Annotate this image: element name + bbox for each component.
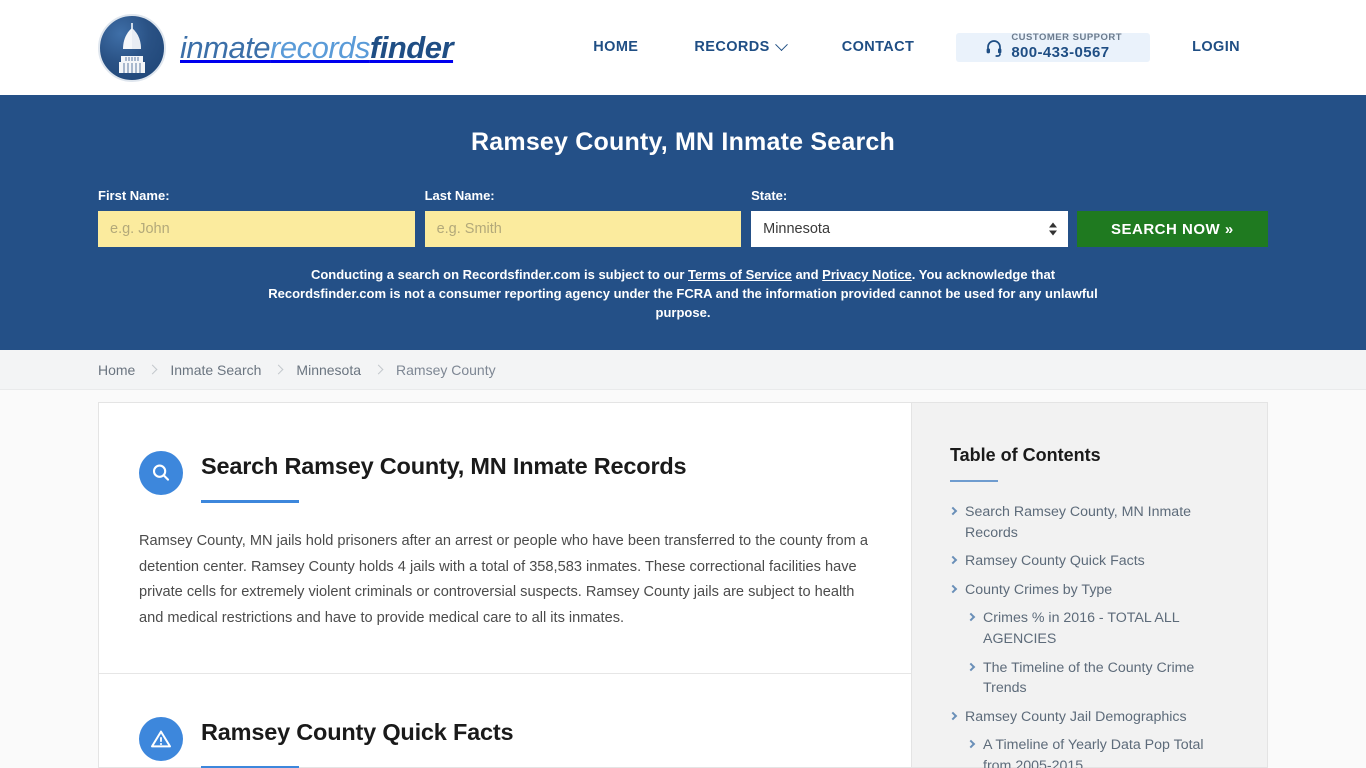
- section-underline: [201, 500, 299, 503]
- warning-triangle-icon: [139, 717, 183, 762]
- nav-label-login: LOGIN: [1192, 39, 1240, 56]
- nav-label-home: HOME: [593, 39, 639, 56]
- privacy-notice-link[interactable]: Privacy Notice: [822, 267, 912, 282]
- site-header: inmaterecordsfinder HOME RECORDS CONTACT: [0, 0, 1366, 95]
- chevron-right-icon: [948, 506, 958, 516]
- disclaimer-text-mid: and: [791, 267, 823, 282]
- state-label: State:: [751, 188, 788, 203]
- table-of-contents-panel: Table of Contents Search Ramsey County, …: [911, 402, 1268, 768]
- first-name-field-group: First Name:: [98, 188, 415, 247]
- toc-link[interactable]: Ramsey County Jail Demographics: [965, 707, 1187, 728]
- nav-item-login[interactable]: LOGIN: [1164, 39, 1268, 55]
- list-item[interactable]: Search Ramsey County, MN Inmate Records: [948, 502, 1235, 543]
- list-item[interactable]: Ramsey County Quick Facts: [948, 551, 1235, 572]
- support-phone: 800-433-0567: [1011, 44, 1110, 62]
- list-item[interactable]: The Timeline of the County Crime Trends: [950, 658, 1235, 699]
- section-body-text: Ramsey County, MN jails hold prisoners a…: [139, 533, 868, 626]
- toc-underline: [950, 480, 998, 482]
- page-title: Ramsey County, MN Inmate Search: [471, 128, 895, 156]
- brand-part-1: inmate: [180, 29, 271, 65]
- chevron-right-icon: [948, 711, 958, 720]
- breadcrumb-item-minnesota[interactable]: Minnesota: [296, 362, 361, 378]
- first-name-label: First Name:: [98, 188, 170, 203]
- section-heading: Search Ramsey County, MN Inmate Records: [139, 450, 871, 503]
- chevron-right-icon: [948, 584, 958, 594]
- headset-icon: [984, 37, 1004, 58]
- breadcrumb-item-inmate-search[interactable]: Inmate Search: [170, 362, 261, 378]
- search-disclaimer: Conducting a search on Recordsfinder.com…: [253, 266, 1113, 323]
- magnifier-icon: [139, 451, 183, 495]
- inmate-search-form: First Name: Last Name: State: Minnesota …: [98, 188, 1269, 247]
- toc-link[interactable]: Search Ramsey County, MN Inmate Records: [965, 502, 1235, 543]
- chevron-right-icon: [273, 364, 284, 375]
- toc-link[interactable]: Ramsey County Quick Facts: [965, 551, 1145, 572]
- nav-item-contact[interactable]: CONTACT: [814, 39, 943, 55]
- chevron-right-icon: [373, 364, 384, 375]
- brand-logo-link[interactable]: inmaterecordsfinder: [98, 13, 454, 82]
- support-label: CUSTOMER SUPPORT: [1011, 32, 1123, 44]
- nav-label-contact: CONTACT: [841, 39, 915, 56]
- breadcrumb-item-home[interactable]: Home: [98, 362, 135, 378]
- state-field-group: State: Minnesota: [751, 188, 1068, 247]
- capitol-dome-icon: [98, 13, 166, 82]
- section-search-records: Search Ramsey County, MN Inmate Records …: [99, 403, 911, 673]
- terms-of-service-link[interactable]: Terms of Service: [688, 267, 792, 282]
- main-content-card: Search Ramsey County, MN Inmate Records …: [98, 402, 911, 768]
- breadcrumb-bar: Home Inmate Search Minnesota Ramsey Coun…: [0, 350, 1366, 390]
- state-select[interactable]: Minnesota: [751, 211, 1068, 247]
- chevron-right-icon: [147, 364, 158, 375]
- section-title: Search Ramsey County, MN Inmate Records: [201, 453, 687, 479]
- page-body: Search Ramsey County, MN Inmate Records …: [0, 390, 1366, 768]
- list-item[interactable]: A Timeline of Yearly Data Pop Total from…: [950, 735, 1235, 768]
- first-name-input[interactable]: [98, 211, 415, 247]
- toc-link[interactable]: County Crimes by Type: [965, 580, 1112, 601]
- search-now-button[interactable]: SEARCH NOW »: [1076, 211, 1269, 247]
- toc-heading: Table of Contents: [950, 445, 1101, 465]
- last-name-input[interactable]: [424, 211, 742, 247]
- toc-list: Search Ramsey County, MN Inmate Records …: [948, 502, 1235, 768]
- nav-item-home[interactable]: HOME: [565, 39, 666, 55]
- chevron-down-icon: [774, 38, 788, 52]
- section-quick-facts: Ramsey County Quick Facts: [99, 674, 911, 768]
- chevron-right-icon: [966, 740, 976, 749]
- brand-part-3: finder: [369, 29, 454, 65]
- breadcrumb: Home Inmate Search Minnesota Ramsey Coun…: [98, 362, 496, 378]
- disclaimer-text-1: Conducting a search on Recordsfinder.com…: [310, 267, 689, 282]
- nav-item-records[interactable]: RECORDS: [666, 38, 813, 56]
- list-item[interactable]: Ramsey County Jail Demographics: [948, 707, 1235, 728]
- list-item[interactable]: Crimes % in 2016 - TOTAL ALL AGENCIES: [950, 608, 1235, 649]
- section-heading: Ramsey County Quick Facts: [139, 716, 871, 768]
- breadcrumb-item-current: Ramsey County: [396, 361, 496, 378]
- toc-link[interactable]: The Timeline of the County Crime Trends: [983, 658, 1235, 699]
- customer-support-button[interactable]: CUSTOMER SUPPORT 800-433-0567: [956, 32, 1151, 62]
- nav-label-records: RECORDS: [694, 39, 770, 56]
- last-name-field-group: Last Name:: [424, 188, 742, 247]
- last-name-label: Last Name:: [424, 188, 495, 203]
- state-select-wrapper: Minnesota: [751, 211, 1068, 247]
- brand-part-2: records: [270, 29, 370, 65]
- chevron-right-icon: [966, 613, 976, 622]
- list-item[interactable]: County Crimes by Type: [948, 580, 1235, 601]
- toc-link[interactable]: Crimes % in 2016 - TOTAL ALL AGENCIES: [983, 608, 1235, 649]
- hero-search-panel: Ramsey County, MN Inmate Search First Na…: [0, 95, 1366, 350]
- brand-wordmark: inmaterecordsfinder: [180, 29, 454, 66]
- chevron-right-icon: [948, 555, 958, 565]
- toc-link[interactable]: A Timeline of Yearly Data Pop Total from…: [983, 735, 1235, 768]
- chevron-right-icon: [966, 662, 976, 671]
- main-navigation: HOME RECORDS CONTACT CUSTOMER SUPPORT 80…: [565, 32, 1268, 62]
- section-title: Ramsey County Quick Facts: [201, 719, 514, 746]
